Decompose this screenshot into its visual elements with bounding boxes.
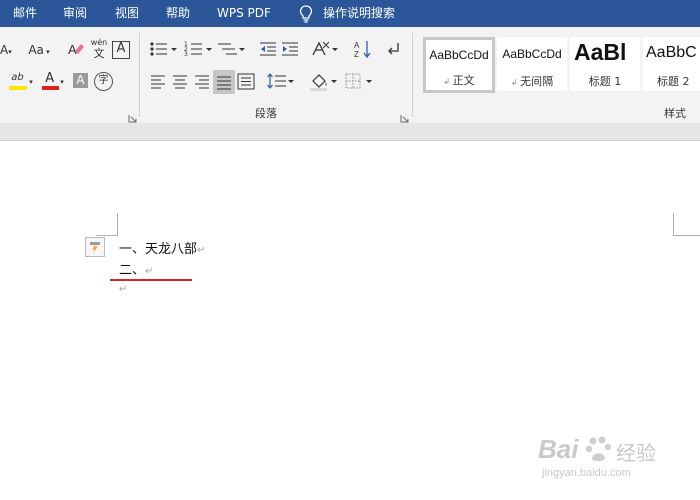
- paragraph-mark: ↵: [145, 266, 154, 277]
- line-spacing-button[interactable]: [266, 71, 296, 93]
- char-shading-glyph: A: [76, 73, 85, 87]
- char-shading-button[interactable]: A: [73, 73, 88, 88]
- svg-text:3: 3: [184, 51, 188, 58]
- change-case-button[interactable]: Aa ▾: [24, 39, 54, 61]
- paragraph-dialog-launcher-icon[interactable]: [400, 108, 409, 123]
- style-normal-name-wrap: ↲ 正文: [443, 74, 475, 87]
- show-marks-icon[interactable]: [386, 39, 402, 61]
- style-heading-1-name: 标题 1: [588, 75, 622, 88]
- text-highlight-button[interactable]: ab ▾: [4, 71, 38, 93]
- crop-mark-right-horizontal: [673, 235, 700, 236]
- watermark-url: jingyan.baidu.com: [542, 467, 631, 479]
- decrease-indent-icon[interactable]: [258, 39, 278, 61]
- style-normal-name: 正文: [452, 74, 475, 87]
- menu-bar: 邮件 审阅 视图 帮助 WPS PDF 操作说明搜索: [0, 0, 700, 27]
- style-heading-2-name: 标题 2: [657, 75, 690, 88]
- change-case-label: Aa: [28, 43, 44, 57]
- crop-mark-left-vertical: [117, 213, 118, 235]
- clear-format-icon[interactable]: A: [66, 39, 86, 61]
- menu-mailings[interactable]: 邮件: [13, 0, 37, 27]
- ribbon: A▾ Aa ▾ A wén 文 A ab ▾ A ▾ A 字 1 2 3 A Z…: [0, 27, 700, 124]
- enclosed-char-glyph: 字: [98, 75, 109, 86]
- font-dialog-launcher-icon[interactable]: [128, 108, 137, 123]
- shading-button[interactable]: [309, 71, 339, 93]
- ribbon-bottom-bar: [0, 123, 700, 141]
- style-heading-1-preview: AaBl: [574, 39, 627, 65]
- align-left-icon[interactable]: [149, 71, 167, 93]
- svg-text:A: A: [68, 42, 77, 57]
- doc-line-2[interactable]: 二、↵: [119, 259, 153, 278]
- style-normal-preview: AaBbCcDd: [429, 48, 489, 62]
- tell-me-search[interactable]: 操作说明搜索: [323, 0, 395, 27]
- baidu-jingyan-watermark: Bai 经验 jingyan.baidu.com: [536, 434, 666, 484]
- increase-indent-icon[interactable]: [280, 39, 300, 61]
- char-border-button[interactable]: A: [112, 41, 130, 59]
- menu-wps-pdf[interactable]: WPS PDF: [217, 0, 271, 27]
- style-no-spacing-name-wrap: ↲ 无间隔: [510, 75, 554, 88]
- align-right-icon[interactable]: [193, 71, 211, 93]
- doc-line-2-text: 二、: [119, 263, 146, 278]
- menu-help[interactable]: 帮助: [166, 0, 190, 27]
- style-heading-2-preview: AaBbC: [646, 44, 697, 61]
- lightbulb-icon[interactable]: [298, 5, 314, 23]
- enclose-char-button[interactable]: 字: [94, 72, 113, 91]
- autocorrect-options-icon[interactable]: [85, 237, 105, 257]
- sort-icon[interactable]: A Z: [353, 39, 373, 61]
- style-normal[interactable]: AaBbCcDd ↲ 正文: [423, 37, 495, 93]
- doc-line-1[interactable]: 一、天龙八部↵: [119, 238, 205, 257]
- menu-view[interactable]: 视图: [115, 0, 139, 27]
- phonetic-guide-button[interactable]: wén 文: [88, 37, 110, 61]
- style-no-spacing-preview: AaBbCcDd: [502, 47, 562, 61]
- crop-mark-right-vertical: [673, 213, 674, 235]
- style-heading-1[interactable]: AaBl 标题 1: [570, 37, 640, 91]
- svg-text:Z: Z: [354, 50, 359, 59]
- align-center-icon[interactable]: [171, 71, 189, 93]
- separator: [412, 33, 413, 117]
- font-color-button[interactable]: A ▾: [38, 71, 68, 93]
- document-page[interactable]: 一、天龙八部↵ 二、↵ ↵ Bai 经验 jingyan.baidu.com: [0, 141, 700, 500]
- style-no-spacing-name: 无间隔: [520, 75, 554, 88]
- watermark-brand: Bai: [538, 434, 579, 464]
- paragraph-mark: ↵: [119, 284, 128, 295]
- boxed-a-glyph: A: [116, 41, 126, 56]
- doc-line-3[interactable]: ↵: [119, 281, 127, 296]
- styles-group-label: 样式: [664, 107, 686, 120]
- distributed-align-icon[interactable]: [237, 71, 255, 93]
- svg-text:A: A: [354, 41, 360, 50]
- chinese-layout-button[interactable]: [311, 39, 339, 61]
- style-heading-2[interactable]: AaBbC 标题 2: [643, 37, 700, 91]
- separator: [139, 33, 140, 117]
- style-no-spacing[interactable]: AaBbCcDd ↲ 无间隔: [497, 37, 567, 91]
- paw-icon: [584, 434, 614, 464]
- justify-icon[interactable]: [213, 70, 235, 94]
- crop-mark-left-horizontal: [96, 235, 118, 236]
- paragraph-group-label: 段落: [255, 107, 277, 120]
- multilevel-list-button[interactable]: [217, 39, 247, 61]
- partial-glyph: A: [0, 43, 9, 57]
- borders-button[interactable]: [344, 71, 374, 93]
- menu-review[interactable]: 审阅: [63, 0, 87, 27]
- wen-char: 文: [93, 47, 105, 60]
- doc-line-1-text: 一、天龙八部: [119, 242, 198, 257]
- paragraph-mark: ↵: [197, 245, 206, 256]
- watermark-brand-suffix: 经验: [616, 441, 656, 465]
- font-size-partial[interactable]: A▾: [0, 39, 12, 61]
- numbering-button[interactable]: 1 2 3: [184, 39, 214, 61]
- bullets-button[interactable]: [149, 39, 179, 61]
